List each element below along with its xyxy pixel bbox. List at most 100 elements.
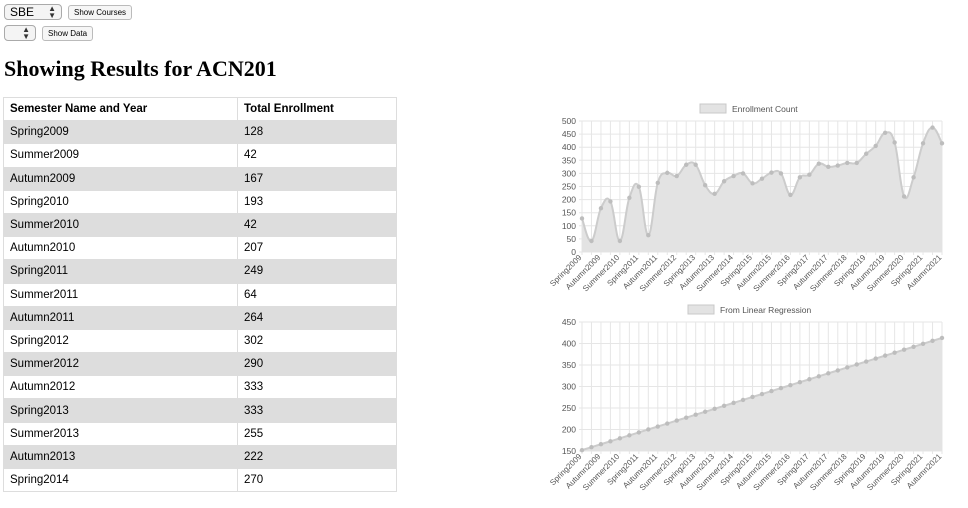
data-point — [608, 439, 613, 444]
y-tick-label: 350 — [562, 360, 576, 370]
data-point — [712, 406, 717, 411]
y-tick-label: 450 — [562, 317, 576, 327]
y-tick-label: 250 — [562, 403, 576, 413]
data-point — [702, 409, 708, 414]
data-point — [731, 400, 736, 406]
data-point — [646, 427, 651, 432]
y-tick-label: 250 — [562, 182, 576, 192]
data-point — [769, 170, 774, 175]
data-point — [845, 160, 850, 166]
data-point — [873, 356, 878, 361]
chart-1: 050100150200250300350400450500Spring2009… — [548, 103, 945, 293]
data-point — [655, 424, 660, 429]
data-point — [901, 194, 907, 199]
y-tick-label: 400 — [562, 142, 576, 152]
data-point — [636, 430, 642, 435]
data-point — [797, 175, 803, 180]
data-point — [665, 421, 670, 426]
data-point — [579, 447, 585, 453]
data-point — [750, 394, 755, 400]
data-point — [901, 347, 907, 352]
data-point — [892, 140, 897, 145]
data-point — [684, 415, 689, 420]
data-point — [579, 216, 585, 221]
y-tick-label: 300 — [562, 382, 576, 392]
data-point — [684, 162, 689, 167]
data-point — [617, 238, 623, 244]
data-point — [712, 191, 717, 197]
data-point — [826, 371, 831, 376]
y-tick-label: 300 — [562, 168, 576, 178]
y-tick-label: 150 — [562, 208, 576, 218]
data-point — [674, 418, 679, 423]
legend-swatch — [699, 103, 727, 114]
data-point — [892, 350, 897, 355]
data-point — [930, 338, 935, 344]
data-point — [608, 199, 613, 204]
data-point — [816, 374, 822, 379]
legend-label: From Linear Regression — [720, 305, 811, 315]
data-point — [665, 170, 670, 176]
chart-2: 150200250300350400450Spring2009Autumn200… — [548, 304, 945, 492]
data-point — [882, 130, 888, 135]
data-point — [759, 176, 765, 181]
data-point — [636, 184, 642, 189]
data-point — [627, 433, 632, 438]
data-point — [750, 181, 755, 186]
data-point — [740, 171, 746, 176]
data-point — [816, 161, 822, 166]
data-point — [788, 382, 793, 388]
data-point — [617, 436, 623, 441]
data-point — [788, 192, 793, 198]
data-point — [778, 171, 784, 176]
data-point — [873, 143, 878, 149]
data-point — [740, 397, 746, 403]
y-tick-label: 200 — [562, 425, 576, 435]
data-point — [759, 391, 765, 397]
data-point — [854, 160, 859, 166]
data-point — [939, 141, 945, 146]
data-point — [778, 385, 784, 391]
data-point — [797, 380, 803, 385]
data-point — [702, 182, 708, 188]
y-tick-label: 100 — [562, 221, 576, 231]
data-point — [854, 362, 859, 367]
data-point — [864, 359, 869, 364]
data-point — [882, 353, 888, 358]
data-point — [721, 403, 727, 409]
data-point — [930, 125, 935, 130]
data-point — [920, 141, 926, 146]
data-point — [589, 444, 594, 450]
data-point — [627, 195, 632, 200]
data-point — [589, 238, 594, 244]
y-tick-label: 500 — [562, 116, 576, 126]
data-point — [693, 162, 698, 167]
data-point — [845, 365, 850, 370]
legend-swatch — [687, 304, 715, 315]
data-point — [835, 163, 840, 168]
data-point — [939, 335, 945, 341]
data-point — [835, 368, 840, 373]
data-point — [598, 442, 604, 447]
charts-canvas: 050100150200250300350400450500Spring2009… — [548, 103, 945, 492]
data-point — [864, 151, 869, 156]
data-point — [731, 173, 736, 179]
data-point — [920, 341, 926, 347]
data-point — [911, 344, 916, 349]
data-point — [674, 173, 679, 179]
data-point — [721, 179, 727, 184]
data-point — [826, 164, 831, 170]
data-point — [646, 233, 651, 238]
legend-label: Enrollment Count — [732, 104, 798, 114]
data-point — [807, 377, 812, 382]
data-point — [598, 206, 604, 211]
data-point — [693, 412, 698, 417]
data-point — [807, 172, 812, 177]
y-tick-label: 50 — [567, 234, 577, 244]
y-tick-label: 350 — [562, 155, 576, 165]
y-tick-label: 400 — [562, 339, 576, 349]
data-point — [911, 175, 916, 180]
data-point — [769, 388, 774, 394]
y-tick-label: 200 — [562, 195, 576, 205]
data-point — [655, 180, 660, 186]
